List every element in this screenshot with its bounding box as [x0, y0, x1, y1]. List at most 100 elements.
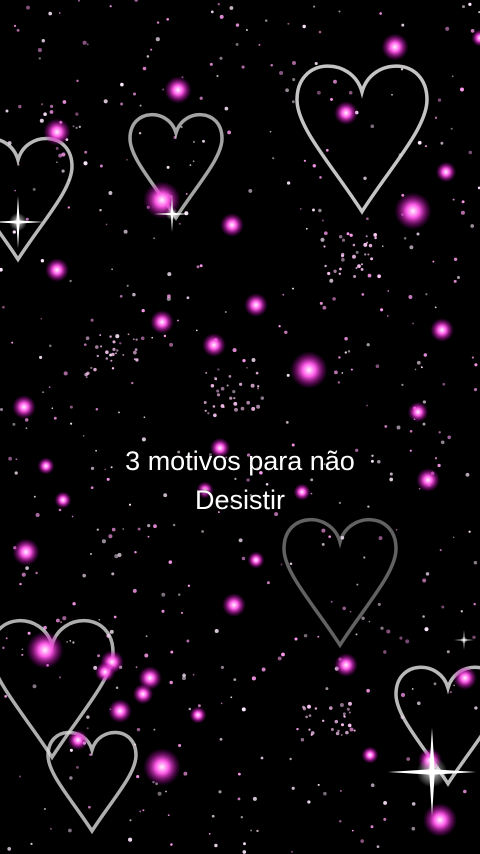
- tiny-dot: [472, 635, 476, 639]
- tiny-dot: [303, 633, 308, 638]
- hearts-background: [0, 0, 480, 854]
- tiny-dot: [224, 106, 229, 111]
- tiny-dot: [405, 639, 410, 644]
- tiny-dot: [170, 843, 173, 846]
- tiny-dot: [157, 791, 162, 796]
- tiny-dot: [188, 707, 192, 711]
- tiny-dot: [132, 292, 136, 297]
- tiny-dot: [151, 336, 154, 339]
- tiny-dot: [319, 176, 322, 179]
- tiny-dot: [147, 523, 151, 528]
- tiny-dot: [150, 48, 153, 51]
- tiny-dot: [216, 389, 220, 393]
- tiny-dot: [201, 530, 204, 533]
- tiny-dot: [25, 566, 29, 570]
- tiny-dot: [227, 130, 232, 135]
- tiny-dot: [246, 400, 251, 405]
- tiny-dot: [289, 757, 292, 761]
- tiny-dot: [163, 334, 167, 338]
- tiny-dot: [49, 110, 54, 114]
- tiny-dot: [383, 800, 388, 805]
- tiny-dot: [314, 707, 318, 710]
- tiny-dot: [119, 294, 123, 298]
- tiny-dot: [241, 556, 246, 561]
- tiny-dot: [210, 10, 214, 14]
- glowing-dot: [26, 631, 64, 669]
- tiny-dot: [250, 829, 253, 832]
- glowing-dot: [407, 401, 429, 423]
- tiny-dot: [360, 267, 364, 271]
- tiny-dot: [287, 22, 290, 25]
- tiny-dot: [184, 211, 189, 216]
- tiny-dot: [39, 355, 43, 359]
- tiny-dot: [187, 584, 191, 587]
- tiny-dot: [192, 160, 195, 163]
- tiny-dot: [105, 350, 109, 354]
- tiny-dot: [368, 243, 373, 248]
- tiny-dot: [5, 109, 9, 113]
- tiny-dot: [330, 728, 334, 731]
- tiny-dot: [12, 230, 16, 234]
- tiny-dot: [139, 810, 142, 813]
- tiny-dot: [141, 437, 146, 442]
- tiny-dot: [452, 198, 455, 201]
- tiny-dot: [214, 628, 219, 634]
- tiny-dot: [252, 796, 257, 801]
- tiny-dot: [100, 345, 103, 348]
- tiny-dot: [278, 325, 281, 328]
- tiny-dot: [307, 800, 311, 804]
- tiny-dot: [473, 388, 478, 392]
- tiny-dot: [96, 354, 100, 358]
- tiny-dot: [341, 254, 344, 258]
- tiny-dot: [103, 99, 108, 104]
- tiny-dot: [133, 92, 136, 96]
- tiny-dot: [272, 157, 275, 160]
- tiny-dot: [355, 266, 358, 270]
- tiny-dot: [133, 350, 137, 355]
- tiny-dot: [118, 411, 120, 414]
- tiny-dot: [258, 43, 261, 46]
- tiny-dot: [220, 665, 224, 669]
- tiny-dot: [406, 757, 411, 761]
- tiny-dot: [55, 618, 60, 623]
- tiny-dot: [96, 528, 100, 531]
- tiny-dot: [214, 843, 218, 848]
- tiny-dot: [213, 413, 217, 418]
- caption: 3 motivos para não Desistir: [0, 442, 480, 520]
- tiny-dot: [345, 730, 349, 735]
- tiny-dot: [386, 629, 391, 634]
- tiny-dot: [457, 276, 460, 279]
- tiny-dot: [214, 378, 218, 381]
- tiny-dot: [99, 164, 103, 168]
- tiny-dot: [260, 396, 265, 400]
- tiny-dot: [281, 652, 285, 657]
- tiny-dot: [62, 616, 67, 621]
- tiny-dot: [374, 236, 377, 240]
- tiny-dot: [85, 376, 88, 379]
- tiny-dot: [339, 703, 344, 707]
- tiny-dot: [110, 359, 113, 362]
- tiny-dot: [449, 690, 452, 694]
- tiny-dot: [99, 334, 102, 337]
- tiny-dot: [95, 407, 99, 411]
- tiny-dot: [352, 254, 356, 259]
- glowing-dot: [164, 76, 192, 104]
- tiny-dot: [134, 550, 137, 554]
- tiny-dot: [137, 527, 141, 531]
- tiny-dot: [316, 90, 321, 95]
- tiny-dot: [115, 334, 120, 339]
- tiny-dot: [217, 3, 220, 6]
- tiny-dot: [167, 814, 170, 817]
- glowing-dot: [334, 101, 358, 125]
- tiny-dot: [86, 43, 89, 46]
- tiny-dot: [470, 224, 475, 228]
- tiny-dot: [341, 238, 346, 242]
- tiny-dot: [72, 125, 75, 128]
- tiny-dot: [243, 842, 246, 846]
- tiny-dot: [86, 715, 90, 719]
- tiny-dot: [16, 28, 20, 32]
- tiny-dot: [363, 176, 367, 181]
- tiny-dot: [218, 790, 222, 794]
- tiny-dot: [169, 680, 173, 685]
- glowing-dot: [12, 538, 40, 566]
